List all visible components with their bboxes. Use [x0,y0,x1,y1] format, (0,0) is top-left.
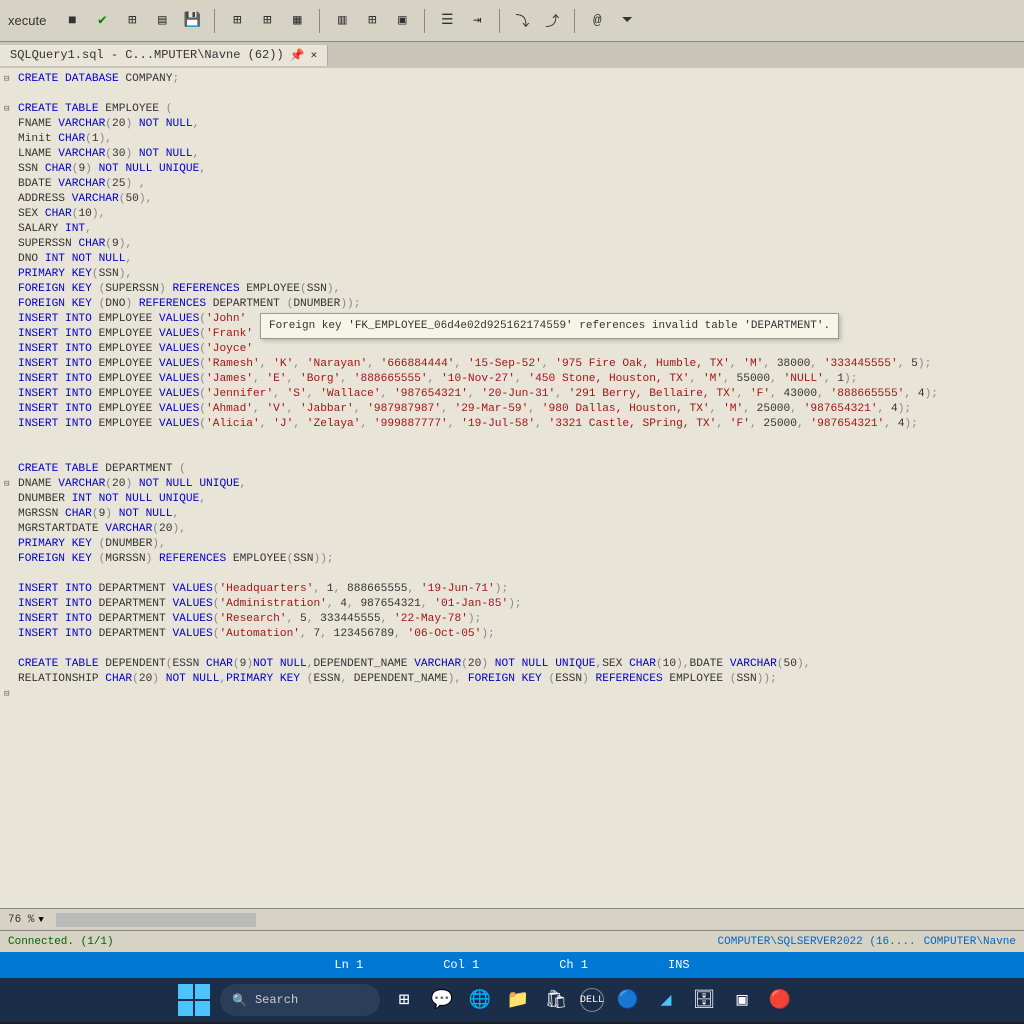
separator [319,9,320,33]
chrome-icon[interactable]: 🔴 [766,986,794,1014]
column-number: Col 1 [443,958,479,972]
explorer-icon[interactable]: 📁 [504,986,532,1014]
app-icon[interactable]: 🔵 [614,986,642,1014]
insert-mode: INS [668,958,690,972]
horizontal-scrollbar[interactable] [56,913,256,927]
pin-icon[interactable]: 📌 [290,48,305,63]
main-toolbar: xecute ■ ✔ ⊞ ▤ 💾 ⊞ ⊞ ▦ ▥ ⊞ ▣ ☰ ⇥ ⤵ ⤴ @ ⏷ [0,0,1024,42]
terminal-icon[interactable]: ▣ [728,986,756,1014]
tab-sqlquery[interactable]: SQLQuery1.sql - C...MPUTER\Navne (62)) 📌… [0,45,328,66]
zoom-value[interactable]: 76 % [8,914,34,926]
chat-icon[interactable]: 💬 [428,986,456,1014]
save-icon[interactable]: 💾 [180,9,204,33]
dell-icon[interactable]: DELL [580,988,604,1012]
char-number: Ch 1 [559,958,588,972]
user-name: COMPUTER\Navne [924,936,1016,948]
status-bar: Connected. (1/1) COMPUTER\SQLSERVER2022 … [0,930,1024,952]
dropdown-icon[interactable]: ⏷ [615,9,639,33]
indent-icon[interactable]: ⇥ [465,9,489,33]
store-icon[interactable]: 🛍 [542,986,570,1014]
collapse-icon[interactable]: ⊟ [4,477,9,492]
zoom-dropdown-icon[interactable]: ▼ [38,915,43,925]
edge-icon[interactable]: 🌐 [466,986,494,1014]
separator [424,9,425,33]
page-icon[interactable]: ▤ [150,9,174,33]
separator [574,9,575,33]
search-icon: 🔍 [232,993,247,1008]
export-icon[interactable]: ▣ [390,9,414,33]
check-icon[interactable]: ✔ [90,9,114,33]
grid-icon[interactable]: ⊞ [225,9,249,33]
outline-icon[interactable]: ⊞ [120,9,144,33]
collapse-icon[interactable]: ⊟ [4,102,9,117]
tab-bar: SQLQuery1.sql - C...MPUTER\Navne (62)) 📌… [0,42,1024,68]
zoom-bar: 76 % ▼ [0,908,1024,930]
ssms-icon[interactable]: 🗄 [690,986,718,1014]
at-icon[interactable]: @ [585,9,609,33]
stats-icon[interactable]: ▥ [330,9,354,33]
tooltip-text: Foreign key 'FK_EMPLOYEE_06d4e02d9251621… [269,320,830,332]
grid2-icon[interactable]: ⊞ [255,9,279,33]
windows-taskbar: 🔍 Search ⊞ 💬 🌐 📁 🛍 DELL 🔵 ◢ 🗄 ▣ 🔴 [0,978,1024,1022]
search-placeholder: Search [255,993,298,1007]
start-button[interactable] [178,984,210,1016]
plan-icon[interactable]: ▦ [285,9,309,33]
table-icon[interactable]: ⊞ [360,9,384,33]
close-icon[interactable]: ✕ [311,48,318,62]
server-name: COMPUTER\SQLSERVER2022 (16.... [718,936,916,948]
vscode-icon[interactable]: ◢ [652,986,680,1014]
error-tooltip: Foreign key 'FK_EMPLOYEE_06d4e02d9251621… [260,313,839,339]
jump-out-icon[interactable]: ⤴ [540,9,564,33]
tab-title: SQLQuery1.sql - C...MPUTER\Navne (62)) [10,48,284,62]
taskview-icon[interactable]: ⊞ [390,986,418,1014]
collapse-icon[interactable]: ⊟ [4,687,9,702]
taskbar-search[interactable]: 🔍 Search [220,984,380,1016]
separator [499,9,500,33]
code-editor[interactable]: ⊟ CREATE DATABASE COMPANY; ⊟ CREATE TABL… [0,68,1024,908]
jump-in-icon[interactable]: ⤵ [510,9,534,33]
stop-icon[interactable]: ■ [60,9,84,33]
line-number: Ln 1 [334,958,363,972]
bottom-info-bar: Ln 1 Col 1 Ch 1 INS [0,952,1024,978]
execute-label: xecute [8,13,46,28]
connection-status: Connected. (1/1) [8,936,114,948]
separator [214,9,215,33]
list-icon[interactable]: ☰ [435,9,459,33]
collapse-icon[interactable]: ⊟ [4,72,9,87]
